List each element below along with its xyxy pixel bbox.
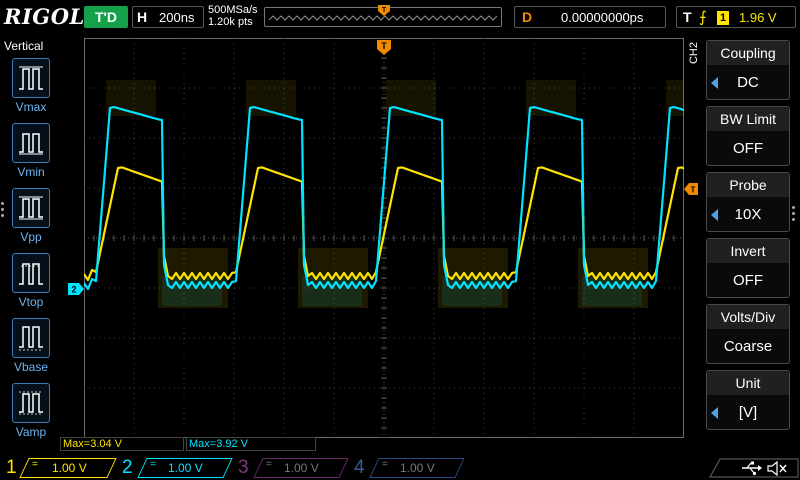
channel-scale: 1.00 V <box>400 461 435 475</box>
ch2-ground-marker[interactable]: 2 <box>68 283 84 295</box>
trigger-level: 1.96 V <box>739 10 777 25</box>
menu-title: Coupling <box>707 41 789 65</box>
channel-number: 3 <box>238 457 249 478</box>
menu-volts-div[interactable]: Volts/Div Coarse <box>706 304 790 364</box>
dc-coupling-icon: = <box>32 459 38 470</box>
measurement-readout-ch2: Max=3.92 V <box>186 437 316 451</box>
menu-probe[interactable]: Probe 10X <box>706 172 790 232</box>
measure-label: Vmax <box>15 100 47 114</box>
page-indicator-dots <box>792 206 798 224</box>
channel-menu: CH2 Coupling DC BW Limit OFF Probe 10X I… <box>688 36 800 434</box>
dc-coupling-icon: = <box>150 459 156 470</box>
measure-category-title: Vertical <box>4 39 44 53</box>
channel-2-tab[interactable]: 2 = 1.00 V <box>116 456 233 480</box>
status-bar: RIGOL T'D H 200ns 500MSa/s 1.20k pts T D… <box>0 0 800 36</box>
channel-number: 2 <box>122 457 133 478</box>
dc-coupling-icon: = <box>382 459 388 470</box>
measure-item-vpp[interactable]: Vpp <box>6 188 56 250</box>
vtop-icon <box>12 253 50 293</box>
svg-text:T: T <box>382 7 387 14</box>
measure-label: Vamp <box>15 425 47 439</box>
menu-value: 10X <box>734 206 762 223</box>
menu-invert[interactable]: Invert OFF <box>706 238 790 298</box>
trigger-settings[interactable]: T ⨍ 1 1.96 V <box>676 6 796 28</box>
menu-coupling[interactable]: Coupling DC <box>706 40 790 100</box>
channel-4-tab[interactable]: 4 = 1.00 V <box>348 456 465 480</box>
menu-title: BW Limit <box>707 107 789 131</box>
page-indicator-dots <box>1 202 5 220</box>
menu-bw-limit[interactable]: BW Limit OFF <box>706 106 790 166</box>
ch2-ground-letter: 2 <box>71 285 76 295</box>
menu-title: Volts/Div <box>707 305 789 329</box>
brand-logo: RIGOL <box>4 4 85 29</box>
horizontal-delay[interactable]: D 0.00000000ps <box>514 6 666 28</box>
timebase-value: 200ns <box>159 10 195 25</box>
delay-value: 0.00000000ps <box>561 10 644 25</box>
vmin-icon <box>12 123 50 163</box>
usb-icon <box>742 461 762 476</box>
channel-number: 1 <box>6 457 17 478</box>
channel-scale: 1.00 V <box>168 461 203 475</box>
channel-bar: 1 = 1.00 V 2 = 1.00 V 3 = 1.00 V 4 = 1.0… <box>0 456 800 480</box>
measure-label: Vbase <box>13 360 49 374</box>
rising-edge-icon: ⨍ <box>699 9 707 26</box>
channel-scale: 1.00 V <box>52 461 87 475</box>
memory-depth: 1.20k pts <box>208 16 253 28</box>
menu-value: OFF <box>733 140 763 157</box>
status-icons <box>704 458 800 478</box>
trigger-position-icon: T <box>378 5 390 16</box>
speaker-muted-icon <box>767 460 787 477</box>
acquisition-info: 500MSa/s 1.20k pts <box>208 4 258 28</box>
vbase-icon <box>12 318 50 358</box>
measure-item-vbase[interactable]: Vbase <box>6 318 56 380</box>
channel-number: 4 <box>354 457 365 478</box>
horizontal-timebase[interactable]: H 200ns <box>132 6 204 28</box>
waveform-grid <box>84 38 684 438</box>
dc-coupling-icon: = <box>266 459 272 470</box>
measure-item-vamp[interactable]: Vamp <box>6 383 56 445</box>
trigger-marker-letter: T <box>381 41 387 51</box>
waveform-display[interactable]: T <box>84 38 684 438</box>
trigger-source-badge: 1 <box>717 11 729 25</box>
measurement-readout-ch1: Max=3.04 V <box>60 437 184 451</box>
delay-label: D <box>522 9 533 25</box>
channel-1-tab[interactable]: 1 = 1.00 V <box>0 456 117 480</box>
measure-label: Vpp <box>20 230 42 244</box>
menu-title: Probe <box>707 173 789 197</box>
channel-scale: 1.00 V <box>284 461 319 475</box>
measure-label: Vtop <box>18 295 44 309</box>
menu-title: Invert <box>707 239 789 263</box>
menu-value: [V] <box>738 404 758 421</box>
menu-value: OFF <box>733 272 763 289</box>
menu-value: DC <box>737 74 759 91</box>
trigger-position-marker[interactable]: T <box>377 40 391 56</box>
horizontal-label: H <box>137 9 148 25</box>
vpp-icon <box>12 188 50 228</box>
measure-item-vmax[interactable]: Vmax <box>6 58 56 120</box>
menu-channel-title: CH2 <box>688 42 700 65</box>
menu-unit[interactable]: Unit [V] <box>706 370 790 430</box>
sample-rate: 500MSa/s <box>208 4 258 16</box>
measure-item-vmin[interactable]: Vmin <box>6 123 56 185</box>
menu-value: Coarse <box>723 338 773 355</box>
menu-title: Unit <box>707 371 789 395</box>
measure-panel: Vertical Vmax Vmin Vpp Vtop Vbase Vamp <box>0 36 62 456</box>
vamp-icon <box>12 383 50 423</box>
vmax-icon <box>12 58 50 98</box>
measure-item-vtop[interactable]: Vtop <box>6 253 56 315</box>
channel-3-tab[interactable]: 3 = 1.00 V <box>232 456 349 480</box>
measure-label: Vmin <box>17 165 45 179</box>
trigger-label: T <box>683 9 692 25</box>
run-stop-indicator[interactable]: T'D <box>84 6 128 28</box>
